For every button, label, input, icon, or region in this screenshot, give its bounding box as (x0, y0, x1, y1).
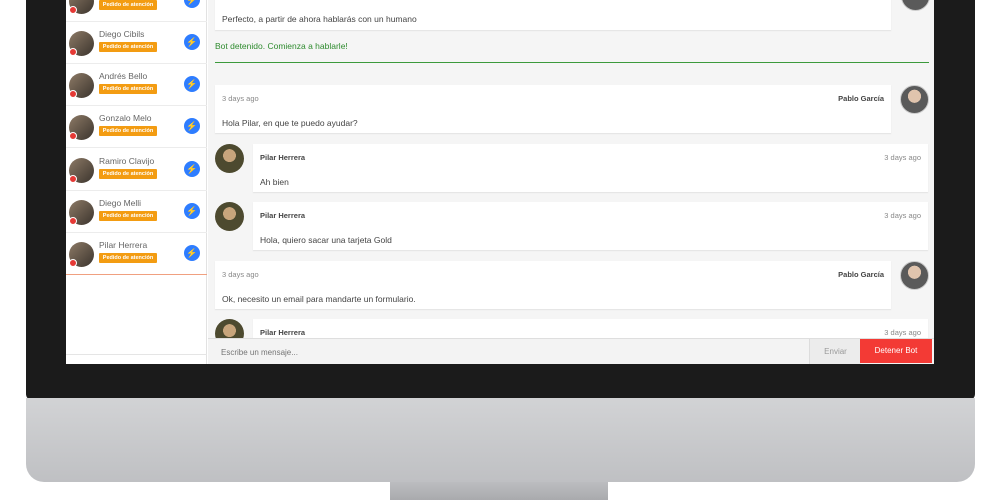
status-dot (69, 6, 77, 14)
status-dot (69, 48, 77, 56)
message-bubble: Pilar Herrera 3 days ago Hola, quiero sa… (253, 202, 928, 250)
message-author: Pilar Herrera (260, 153, 306, 162)
chat-panel: Perfecto, a partir de ahora hablarás con… (208, 0, 934, 364)
contact-item[interactable]: Ramiro Clavijo Pedido de atención ⚡ (66, 149, 207, 191)
bot-stopped-notice: Bot detenido. Comienza a hablarle! (215, 41, 348, 51)
contact-name: Diego Melli (99, 198, 142, 208)
status-dot (69, 259, 77, 267)
message-bubble: 3 days ago Pablo García Hola Pilar, en q… (215, 85, 891, 133)
message-author: Pilar Herrera (260, 211, 306, 220)
status-dot (69, 175, 77, 183)
app-screen: Pedido de atención ⚡ Diego Cibils Pedido… (66, 0, 934, 364)
message-bubble: Pilar Herrera 3 days ago Ah bien (253, 144, 928, 192)
contact-item[interactable]: Pilar Herrera Pedido de atención ⚡ (66, 233, 207, 275)
message-time: 3 days ago (884, 211, 921, 220)
status-badge: Pedido de atención (99, 42, 157, 52)
send-button[interactable]: Enviar (809, 339, 861, 364)
avatar (215, 202, 244, 231)
message-author: Pablo García (838, 94, 884, 103)
message-text: Ok, necesito un email para mandarte un f… (222, 294, 416, 304)
divider (66, 354, 207, 355)
message-time: 3 days ago (222, 270, 259, 279)
contacts-sidebar: Pedido de atención ⚡ Diego Cibils Pedido… (66, 0, 207, 364)
message-bubble: Perfecto, a partir de ahora hablarás con… (215, 0, 891, 30)
messenger-icon[interactable]: ⚡ (184, 203, 200, 219)
message-text: Hola, quiero sacar una tarjeta Gold (260, 235, 392, 245)
contact-name: Andrés Bello (99, 71, 148, 81)
status-badge: Pedido de atención (99, 0, 157, 10)
monitor-chin (26, 398, 975, 482)
status-badge: Pedido de atención (99, 126, 157, 136)
monitor-stand (390, 482, 608, 500)
contact-name: Pilar Herrera (99, 240, 148, 250)
contact-item[interactable]: Diego Cibils Pedido de atención ⚡ (66, 22, 207, 64)
message-text: Hola Pilar, en que te puedo ayudar? (222, 118, 358, 128)
status-dot (69, 217, 77, 225)
status-dot (69, 90, 77, 98)
message-text: Ah bien (260, 177, 289, 187)
contact-name: Diego Cibils (99, 29, 145, 39)
status-badge: Pedido de atención (99, 84, 157, 94)
status-badge: Pedido de atención (99, 211, 157, 221)
messenger-icon[interactable]: ⚡ (184, 34, 200, 50)
message-input[interactable] (213, 341, 809, 363)
message-bubble: 3 days ago Pablo García Ok, necesito un … (215, 261, 891, 309)
status-dot (69, 132, 77, 140)
message-time: 3 days ago (884, 328, 921, 337)
messenger-icon[interactable]: ⚡ (184, 245, 200, 261)
messenger-icon[interactable]: ⚡ (184, 161, 200, 177)
status-badge: Pedido de atención (99, 253, 157, 263)
contact-item[interactable]: Gonzalo Melo Pedido de atención ⚡ (66, 106, 207, 148)
messenger-icon[interactable]: ⚡ (184, 76, 200, 92)
message-composer: Enviar Detener Bot (208, 338, 934, 364)
status-badge: Pedido de atención (99, 169, 157, 179)
messenger-icon[interactable]: ⚡ (184, 118, 200, 134)
contact-item[interactable]: Diego Melli Pedido de atención ⚡ (66, 191, 207, 233)
avatar (900, 261, 929, 290)
contact-name: Ramiro Clavijo (99, 156, 155, 166)
divider (215, 62, 929, 63)
message-time: 3 days ago (884, 153, 921, 162)
contact-name: Gonzalo Melo (99, 113, 152, 123)
message-text: Perfecto, a partir de ahora hablarás con… (222, 14, 417, 24)
contact-item[interactable]: Pedido de atención ⚡ (66, 0, 207, 22)
messenger-icon[interactable]: ⚡ (184, 0, 200, 8)
stop-bot-button[interactable]: Detener Bot (860, 339, 932, 363)
selection-underline (66, 274, 207, 275)
avatar (900, 85, 929, 114)
message-author: Pilar Herrera (260, 328, 306, 337)
avatar (215, 144, 244, 173)
message-author: Pablo García (838, 270, 884, 279)
contact-item[interactable]: Andrés Bello Pedido de atención ⚡ (66, 64, 207, 106)
avatar (901, 0, 930, 11)
message-time: 3 days ago (222, 94, 259, 103)
